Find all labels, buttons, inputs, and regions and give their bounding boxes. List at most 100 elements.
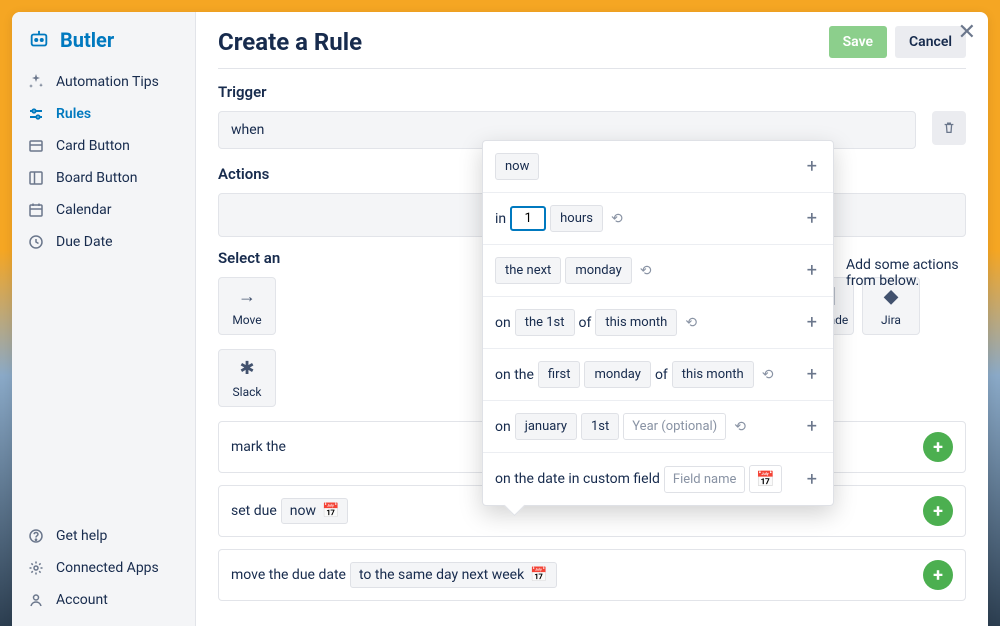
- sliders-icon: [28, 106, 44, 122]
- brand-title: Butler: [60, 28, 114, 52]
- add-option-button[interactable]: +: [803, 260, 821, 281]
- chip-weekday[interactable]: monday: [565, 257, 631, 284]
- calendar-icon[interactable]: 📅: [749, 465, 782, 493]
- popup-row-on-day-of-month[interactable]: on the 1st of this month ⟲ +: [483, 297, 833, 349]
- trigger-when-text: when: [231, 122, 264, 138]
- chip-ordinal[interactable]: first: [538, 361, 581, 388]
- slack-icon: ✱: [239, 358, 254, 379]
- sidebar-item-account[interactable]: Account: [12, 584, 195, 616]
- sidebar-item-calendar[interactable]: Calendar: [12, 194, 195, 226]
- reset-icon[interactable]: ⟲: [681, 315, 701, 331]
- builder-text: mark the: [231, 439, 286, 455]
- date-picker-popup: now + in hours ⟲ + the next monday ⟲ + o…: [482, 140, 834, 506]
- arrow-right-icon: →: [238, 286, 256, 307]
- add-option-button[interactable]: +: [803, 364, 821, 385]
- sidebar-item-label: Card Button: [56, 138, 130, 154]
- gear-icon: [28, 560, 44, 576]
- tile-label: Jira: [881, 313, 901, 327]
- add-option-button[interactable]: +: [803, 156, 821, 177]
- sidebar-item-automation-tips[interactable]: Automation Tips: [12, 66, 195, 98]
- reset-icon[interactable]: ⟲: [636, 263, 656, 279]
- save-button[interactable]: Save: [829, 26, 887, 58]
- chip-now[interactable]: now: [495, 153, 539, 180]
- sidebar-item-get-help[interactable]: Get help: [12, 520, 195, 552]
- sparkle-icon: [28, 74, 44, 90]
- help-icon: [28, 528, 44, 544]
- tile-label: Slack: [233, 385, 262, 399]
- add-option-button[interactable]: +: [803, 416, 821, 437]
- sidebar-item-label: Account: [56, 592, 108, 608]
- chip-weekday[interactable]: monday: [584, 361, 650, 388]
- add-action-button[interactable]: +: [923, 560, 953, 590]
- main-panel: ✕ Create a Rule Save Cancel Trigger when…: [196, 12, 988, 626]
- actions-hint-text: Add some actions from below.: [846, 257, 988, 289]
- text: of: [579, 315, 592, 331]
- text: on: [495, 315, 511, 331]
- sidebar-item-board-button[interactable]: Board Button: [12, 162, 195, 194]
- sidebar: Butler Automation Tips Rules Card Button…: [12, 12, 196, 626]
- page-title: Create a Rule: [218, 28, 362, 56]
- popup-row-now[interactable]: now +: [483, 141, 833, 193]
- delete-trigger-button[interactable]: [932, 111, 966, 145]
- sidebar-item-connected-apps[interactable]: Connected Apps: [12, 552, 195, 584]
- reset-icon[interactable]: ⟲: [730, 419, 750, 435]
- trash-icon: [942, 121, 956, 135]
- builder-text: set due: [231, 503, 277, 519]
- chip-month[interactable]: this month: [595, 309, 677, 336]
- sidebar-item-rules[interactable]: Rules: [12, 98, 195, 130]
- tile-move[interactable]: → Move: [218, 277, 276, 335]
- reset-icon[interactable]: ⟲: [758, 367, 778, 383]
- move-due-token[interactable]: to the same day next week 📅: [350, 562, 557, 588]
- chip-the-next[interactable]: the next: [495, 257, 561, 284]
- add-option-button[interactable]: +: [803, 312, 821, 333]
- sidebar-item-label: Rules: [56, 106, 91, 122]
- sidebar-item-label: Automation Tips: [56, 74, 159, 90]
- chip-month[interactable]: this month: [672, 361, 754, 388]
- text: in: [495, 211, 506, 227]
- chip-unit[interactable]: hours: [550, 205, 603, 232]
- builder-row-move-due[interactable]: move the due date to the same day next w…: [218, 549, 966, 601]
- board-icon: [28, 170, 44, 186]
- popup-row-in-hours[interactable]: in hours ⟲ +: [483, 193, 833, 245]
- popup-row-next-weekday[interactable]: the next monday ⟲ +: [483, 245, 833, 297]
- chip-month-name[interactable]: january: [515, 413, 577, 440]
- sidebar-item-label: Due Date: [56, 234, 113, 250]
- reset-icon[interactable]: ⟲: [607, 211, 627, 227]
- year-input[interactable]: Year (optional): [623, 413, 726, 440]
- chip-day-num[interactable]: 1st: [581, 413, 619, 440]
- cancel-button[interactable]: Cancel: [895, 26, 966, 58]
- text: on the date in custom field: [495, 471, 660, 487]
- add-option-button[interactable]: +: [803, 208, 821, 229]
- sidebar-item-label: Calendar: [56, 202, 112, 218]
- text: on the: [495, 367, 534, 383]
- add-action-button[interactable]: +: [923, 432, 953, 462]
- calendar-icon: [28, 202, 44, 218]
- popup-row-on-nth-weekday[interactable]: on the first monday of this month ⟲ +: [483, 349, 833, 401]
- popup-row-custom-field[interactable]: on the date in custom field Field name 📅…: [483, 453, 833, 505]
- header-actions: Save Cancel: [829, 26, 966, 58]
- sidebar-item-card-button[interactable]: Card Button: [12, 130, 195, 162]
- add-action-button[interactable]: +: [923, 496, 953, 526]
- tile-slack[interactable]: ✱ Slack: [218, 349, 276, 407]
- calendar-icon: 📅: [322, 503, 339, 519]
- field-name-input[interactable]: Field name: [664, 466, 746, 493]
- card-icon: [28, 138, 44, 154]
- text: on: [495, 419, 511, 435]
- text: of: [655, 367, 668, 383]
- butler-logo-icon: [28, 29, 50, 51]
- person-icon: [28, 592, 44, 608]
- trigger-section-label: Trigger: [218, 83, 966, 101]
- calendar-icon: 📅: [530, 567, 547, 583]
- chip-day[interactable]: the 1st: [515, 309, 575, 336]
- due-token[interactable]: now 📅: [281, 498, 349, 524]
- close-icon[interactable]: ✕: [958, 22, 976, 44]
- sidebar-item-label: Board Button: [56, 170, 137, 186]
- sidebar-item-label: Get help: [56, 528, 107, 544]
- add-option-button[interactable]: +: [803, 469, 821, 490]
- popup-row-on-date[interactable]: on january 1st Year (optional) ⟲ +: [483, 401, 833, 453]
- tile-label: Move: [232, 313, 261, 327]
- brand: Butler: [12, 22, 195, 66]
- hours-input[interactable]: [510, 206, 546, 231]
- sidebar-item-due-date[interactable]: Due Date: [12, 226, 195, 258]
- clock-icon: [28, 234, 44, 250]
